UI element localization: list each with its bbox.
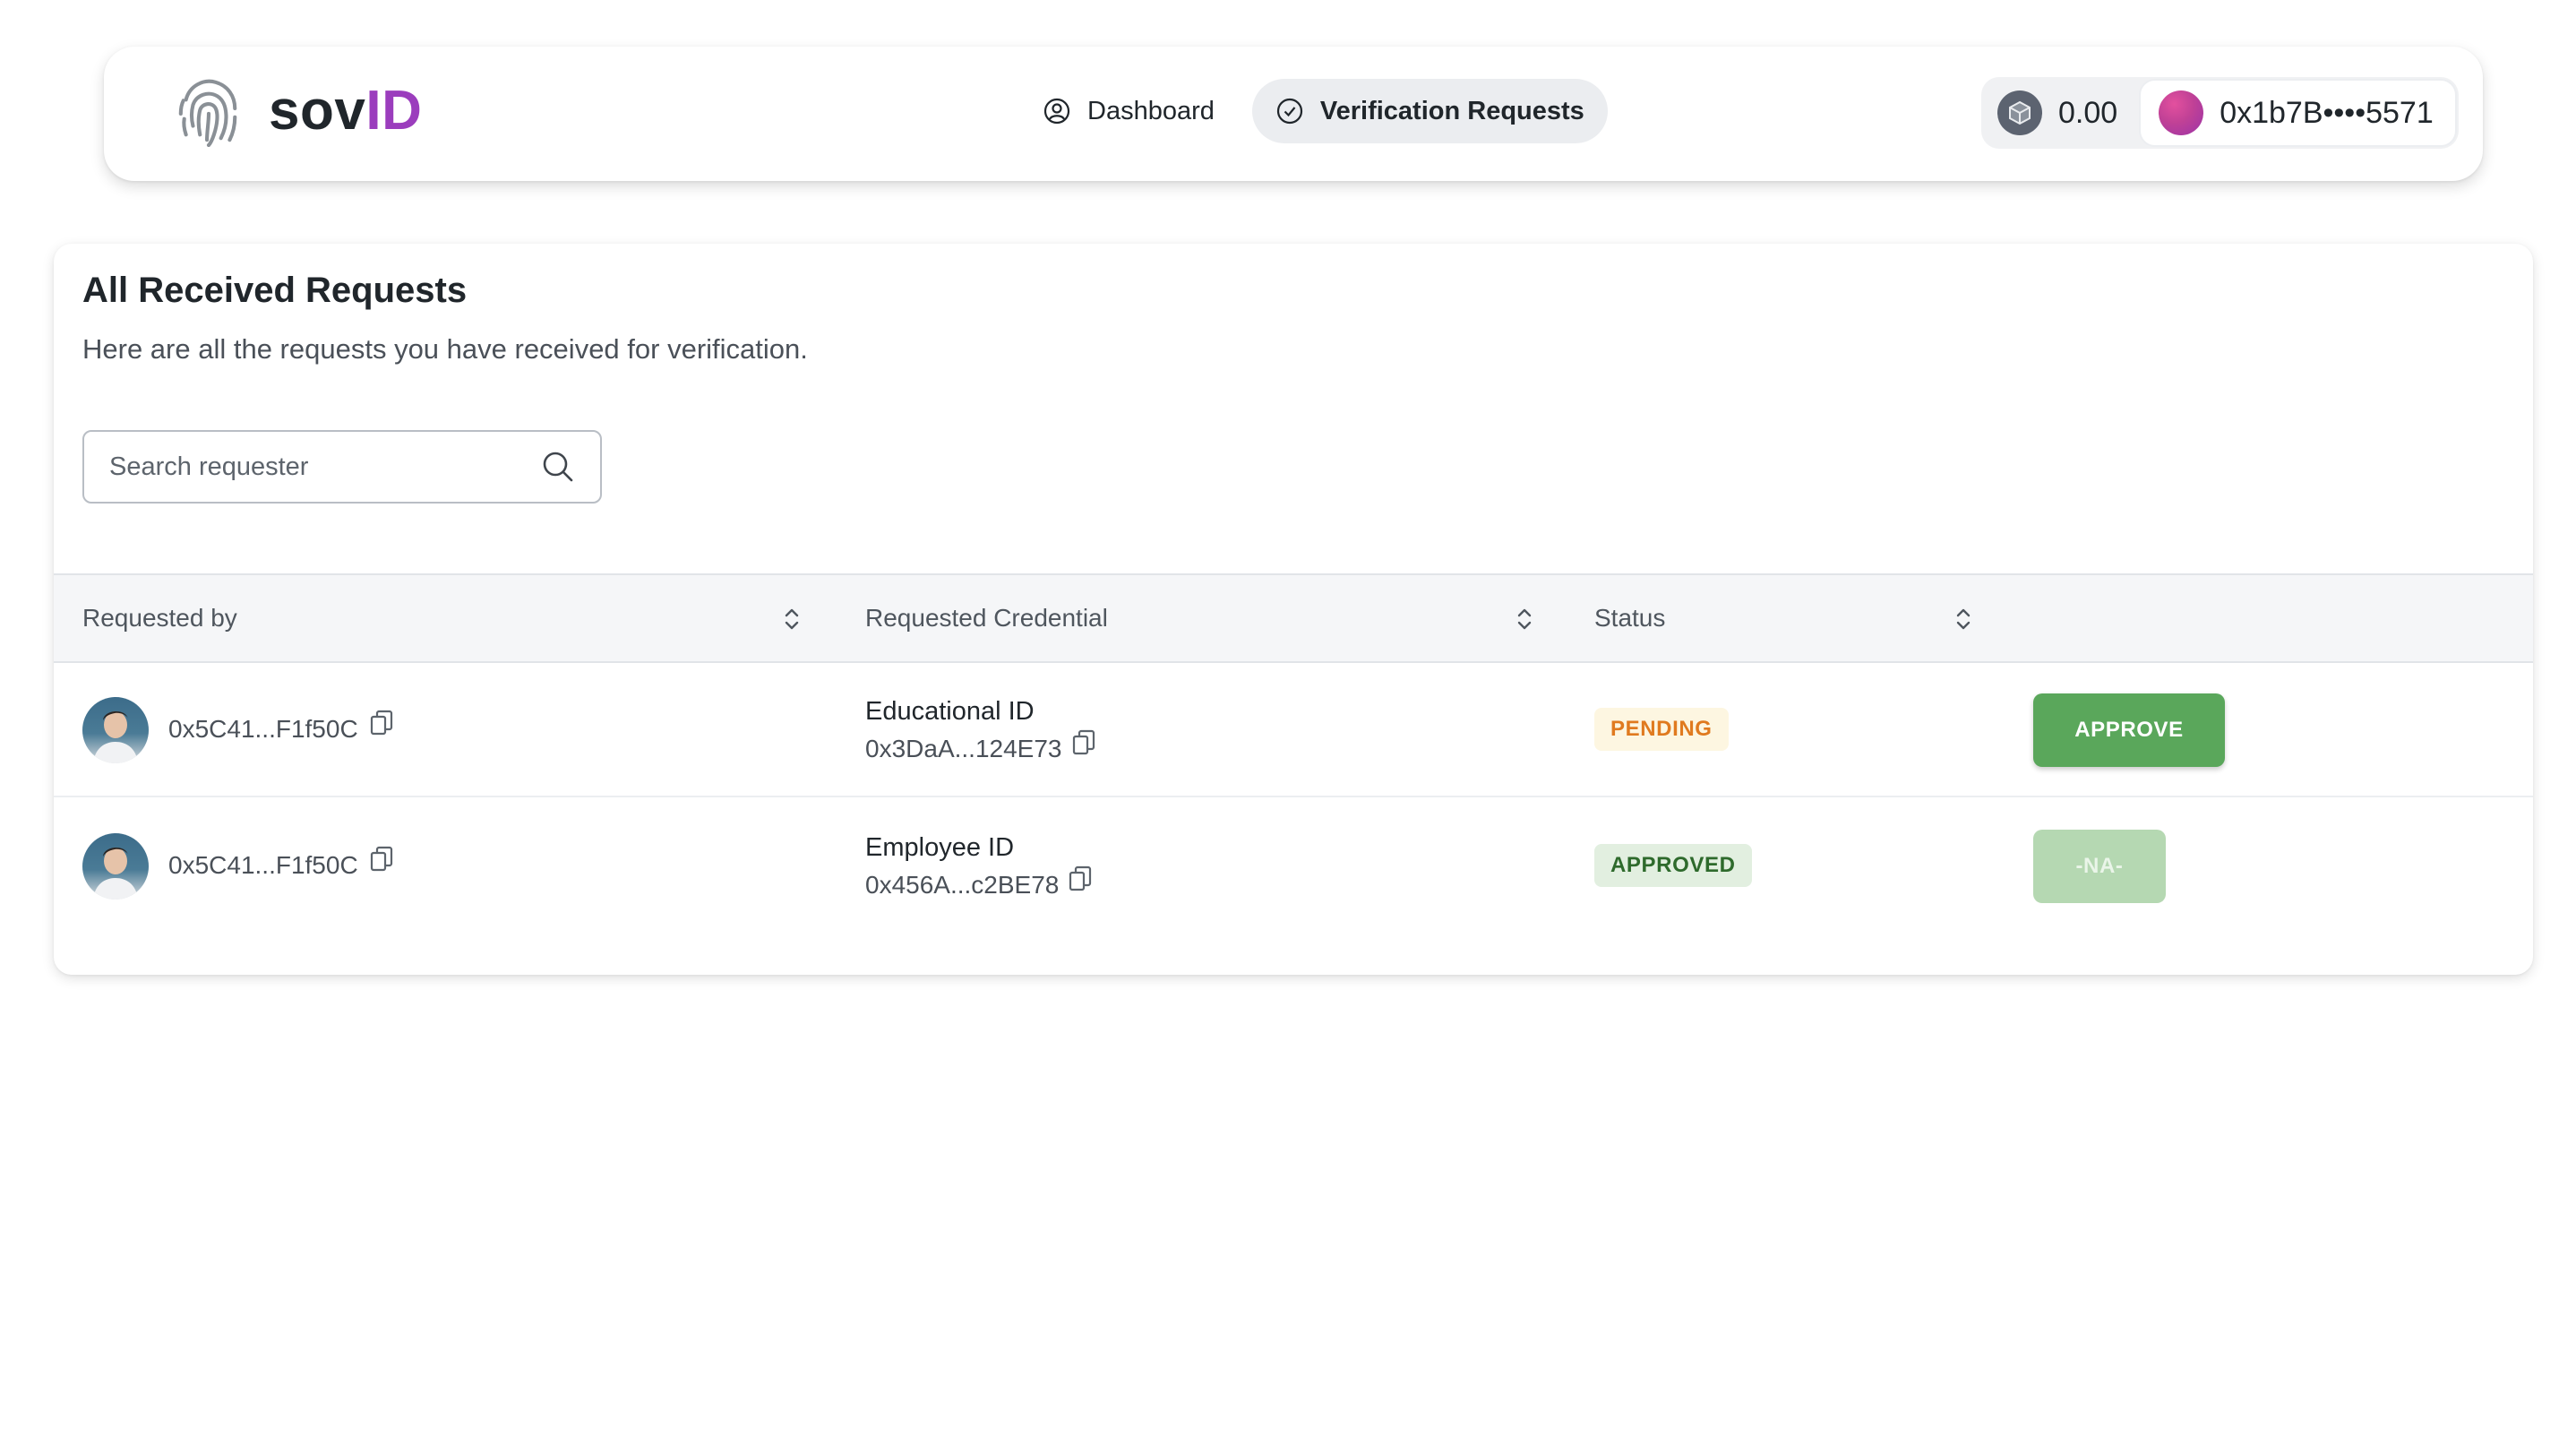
- requester-address: 0x5C41...F1f50C: [168, 715, 358, 743]
- brand-logo[interactable]: sovID: [174, 73, 422, 147]
- copy-icon[interactable]: [1071, 729, 1096, 756]
- cube-icon: [1997, 90, 2042, 135]
- nav-item-dashboard[interactable]: Dashboard: [1019, 79, 1238, 143]
- column-header-status[interactable]: Status: [1594, 575, 1665, 661]
- brand-name: sovID: [269, 79, 423, 142]
- sort-icon[interactable]: [1953, 606, 1974, 633]
- search-icon[interactable]: [541, 450, 575, 484]
- credential-name: Employee ID: [865, 833, 1015, 862]
- requester-address: 0x5C41...F1f50C: [168, 851, 358, 879]
- sort-icon[interactable]: [781, 606, 803, 633]
- account-button[interactable]: 0x1b7B••••5571: [2139, 79, 2457, 147]
- search-input[interactable]: [109, 452, 541, 482]
- check-circle-icon: [1276, 98, 1302, 125]
- requests-card: All Received Requests Here are all the r…: [54, 244, 2533, 975]
- sort-icon[interactable]: [1514, 606, 1535, 633]
- nav-item-label: Verification Requests: [1319, 96, 1584, 125]
- balance-value: 0.00: [2058, 95, 2118, 130]
- column-header-requested-credential[interactable]: Requested Credential: [865, 575, 1108, 661]
- copy-icon[interactable]: [369, 710, 394, 736]
- page-title: All Received Requests: [82, 271, 468, 310]
- table-header: Requested by Requested Credential Status: [54, 573, 2533, 663]
- approve-button[interactable]: APPROVE: [2033, 693, 2225, 767]
- credential-address: 0x456A...c2BE78: [865, 871, 1060, 899]
- table-row: 0x5C41...F1f50C Educational ID 0x3DaA...…: [54, 663, 2533, 797]
- copy-icon[interactable]: [369, 846, 394, 873]
- requester-avatar: [82, 697, 149, 763]
- status-badge: PENDING: [1594, 708, 1729, 751]
- fingerprint-icon: [178, 79, 237, 147]
- account-address: 0x1b7B••••5571: [2220, 95, 2434, 130]
- credential-address: 0x3DaA...124E73: [865, 735, 1062, 762]
- credential-name: Educational ID: [865, 697, 1035, 726]
- search-box: [82, 430, 602, 504]
- na-button[interactable]: -NA-: [2033, 830, 2166, 903]
- nav-item-verification-requests[interactable]: Verification Requests: [1251, 79, 1608, 143]
- wallet-widget: 0.00 0x1b7B••••5571: [1981, 77, 2459, 149]
- nav-item-label: Dashboard: [1087, 96, 1215, 125]
- user-circle-icon: [1043, 98, 1070, 125]
- table-row: 0x5C41...F1f50C Employee ID 0x456A...c2B…: [54, 799, 2533, 934]
- main-nav: Dashboard Verification Requests: [1019, 79, 1608, 143]
- copy-icon[interactable]: [1068, 865, 1093, 892]
- page-subtitle: Here are all the requests you have recei…: [82, 333, 808, 365]
- top-navbar: sovID Dashboard Verification Requests 0.…: [104, 47, 2483, 181]
- column-header-requested-by[interactable]: Requested by: [82, 575, 237, 661]
- balance-display[interactable]: 0.00: [1981, 90, 2139, 135]
- account-avatar: [2159, 90, 2204, 135]
- status-badge: APPROVED: [1594, 844, 1752, 887]
- requester-avatar: [82, 833, 149, 900]
